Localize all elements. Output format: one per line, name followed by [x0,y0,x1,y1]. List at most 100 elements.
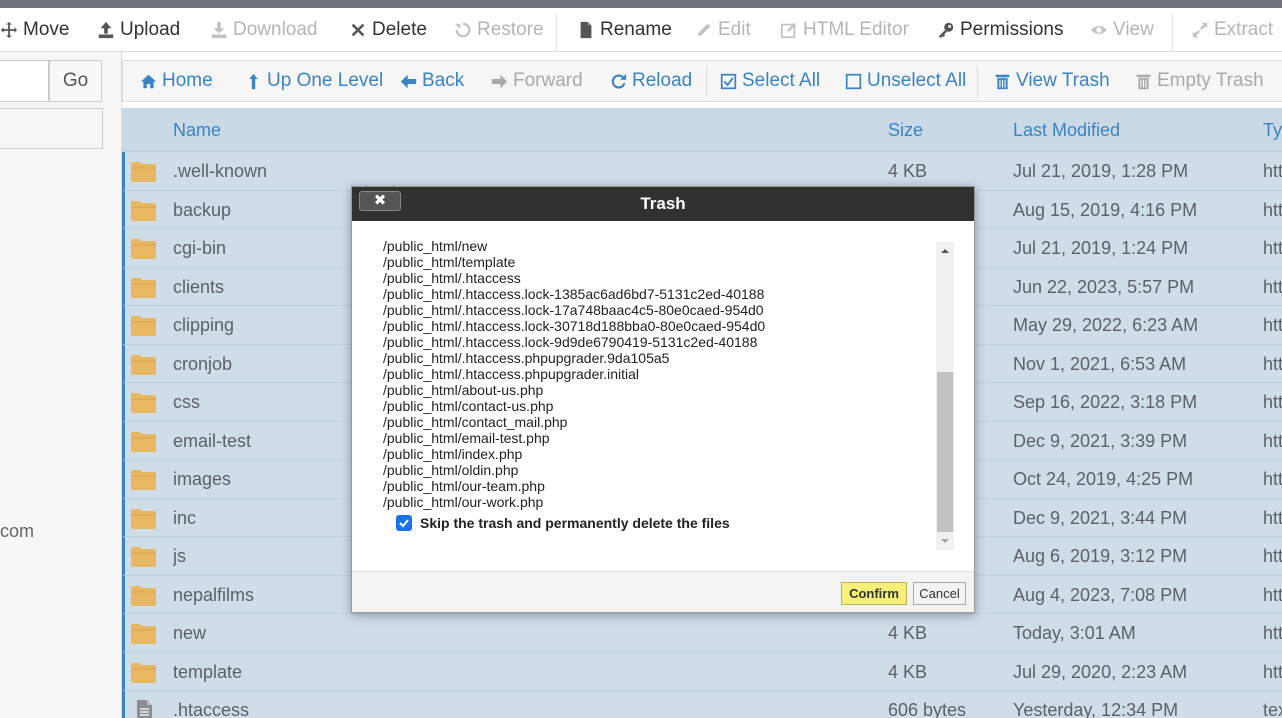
home-icon [140,74,157,88]
confirm-button[interactable]: Confirm [841,582,907,605]
back-button[interactable]: Back [400,61,464,101]
file-type: htt [1263,199,1282,220]
edit-button[interactable]: Edit [695,8,751,52]
folder-icon [131,470,156,490]
back-label: Back [422,70,465,91]
home-label: Home [162,70,213,91]
file-name: email-test [173,430,252,451]
file-name: js [173,546,186,566]
folder-icon [131,277,156,298]
collapse-all-box[interactable] [0,108,103,149]
file-name: template [173,661,243,682]
file-modified: Yesterday, 12:34 PM [1013,700,1179,718]
restore-button[interactable]: Restore [454,8,544,52]
file-modified: Aug 4, 2023, 7:08 PM [1013,584,1188,605]
column-header-last-modified[interactable]: Last Modified [1013,108,1120,152]
view-label: View [1113,19,1154,40]
close-button[interactable]: ✖ [359,191,401,211]
trash-file-item: /public_html/.htaccess.lock-1385ac6ad6bd… [383,286,765,302]
skip-trash-option: Skip the trash and permanently delete th… [396,515,730,531]
column-header-name[interactable]: Name [173,108,221,152]
file-name: clipping [173,315,235,335]
download-button[interactable]: Download [210,8,318,52]
upload-icon [98,21,114,39]
folder-icon [131,431,156,452]
file-type: htt [1263,469,1282,489]
html-editor-button[interactable]: HTML Editor [780,8,909,52]
file-name: clients [173,276,225,297]
trash-file-item: /public_html/contact-us.php [383,398,554,414]
table-row[interactable]: .well-known 4 KB Jul 21, 2019, 1:28 PM htt [122,152,1282,191]
column-header-size[interactable]: Size [888,108,923,152]
permissions-button[interactable]: Permissions [937,8,1063,52]
empty-trash-button[interactable]: Empty Trash [1135,61,1264,101]
select-all-button[interactable]: Select All [720,61,820,101]
skip-trash-checkbox[interactable] [396,515,412,531]
file-type: htt [1263,584,1282,605]
trash-file-item: /public_html/about-us.php [383,382,544,398]
file-icon [137,700,152,718]
file-modified: Jul 21, 2019, 1:28 PM [1013,161,1189,181]
dialog-title: Trash [352,187,974,221]
rename-label: Rename [600,19,672,40]
rename-button[interactable]: Rename [577,8,672,52]
skip-trash-label: Skip the trash and permanently delete th… [420,515,730,531]
file-type: htt [1263,623,1282,643]
unselect-all-button[interactable]: Unselect All [845,61,966,101]
upload-button[interactable]: Upload [97,8,180,52]
reload-button[interactable]: Reload [610,61,692,101]
folder-icon [131,508,156,529]
view-trash-button[interactable]: View Trash [994,61,1110,101]
delete-button[interactable]: Delete [349,8,427,52]
folder-icon [131,239,156,259]
view-trash-label: View Trash [1016,70,1110,91]
column-header-type[interactable]: Ty [1263,108,1282,152]
cancel-button[interactable]: Cancel [913,582,966,605]
scrollbar[interactable] [936,242,954,550]
download-icon [211,21,227,39]
scroll-up-arrow-icon[interactable] [936,242,954,260]
select-all-label: Select All [742,70,821,91]
edit-square-icon [780,22,797,39]
path-input[interactable] [0,60,49,102]
file-size: 4 KB [888,161,928,181]
file-modified: May 29, 2022, 6:23 AM [1013,315,1199,335]
key-icon [938,22,954,39]
file-name: .htaccess [173,700,250,718]
up-one-level-label: Up One Level [267,70,384,91]
folder-icon [131,585,156,606]
toolbar-separator [556,14,557,52]
file-modified: Aug 15, 2019, 4:16 PM [1013,199,1198,220]
file-type: htt [1263,507,1282,528]
folder-icon [131,162,156,182]
arrow-up-icon [249,73,258,89]
table-row[interactable]: .htaccess 606 bytes Yesterday, 12:34 PM tex [122,691,1282,718]
move-button[interactable]: Move [0,8,69,52]
trash-icon [1136,74,1151,89]
file-name: cgi-bin [173,238,227,258]
move-icon [0,21,18,39]
expand-icon [1192,22,1208,38]
file-type: htt [1263,546,1282,566]
html-editor-label: HTML Editor [803,19,909,40]
extract-button[interactable]: Extract [1191,8,1273,52]
delete-label: Delete [372,19,427,40]
arrow-right-icon [491,74,508,88]
trash-file-item: /public_html/email-test.php [383,430,550,446]
forward-button[interactable]: Forward [491,61,583,101]
table-row[interactable]: template 4 KB Jul 29, 2020, 2:23 AM htt [122,652,1282,691]
left-panel: Go com [0,52,122,718]
home-button[interactable]: Home [140,61,213,101]
trash-file-item: /public_html/our-team.php [383,478,545,494]
go-button[interactable]: Go [49,60,102,102]
scroll-down-arrow-icon[interactable] [936,532,954,550]
scrollbar-thumb[interactable] [937,372,953,532]
folder-icon [131,354,156,375]
file-type: htt [1263,353,1282,374]
file-modified: Today, 3:01 AM [1013,623,1136,643]
up-one-level-button[interactable]: Up One Level [245,61,383,101]
domain-tree-item[interactable]: com [0,521,34,542]
table-row[interactable]: new 4 KB Today, 3:01 AM htt [122,614,1282,653]
view-button[interactable]: View [1090,8,1154,52]
file-name: .well-known [173,161,268,181]
